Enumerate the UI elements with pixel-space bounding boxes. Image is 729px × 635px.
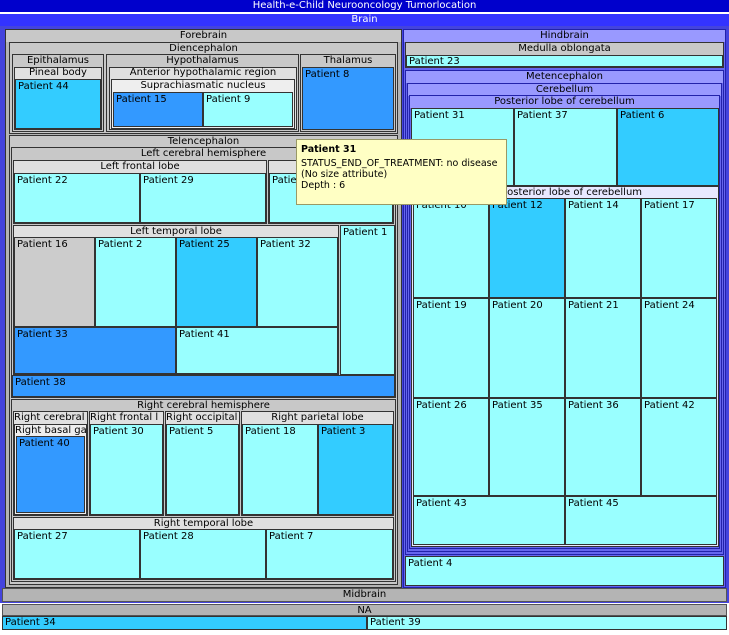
patient-17-cell[interactable]: Patient 17: [641, 198, 717, 298]
pineal-body-label: Pineal body: [29, 67, 87, 78]
anterior-hypothalamic-region-label: Anterior hypothalamic region: [129, 67, 277, 78]
app-title: Health-e-Child Neurooncology Tumorlocati…: [0, 0, 729, 12]
patient-25-cell[interactable]: Patient 25: [176, 237, 257, 327]
patient-22-cell[interactable]: Patient 22: [14, 173, 140, 223]
patient-24-cell[interactable]: Patient 24: [641, 298, 717, 398]
suprachiasmatic-nucleus-label: Suprachiasmatic nucleus: [140, 80, 266, 91]
patient-32-cell[interactable]: Patient 32: [257, 237, 338, 327]
patient-15-cell[interactable]: Patient 15: [113, 92, 203, 127]
patient-28-cell[interactable]: Patient 28: [140, 529, 266, 579]
patient-27-cell[interactable]: Patient 27: [14, 529, 140, 579]
patient-5-cell[interactable]: Patient 5: [166, 424, 239, 515]
patient-41-cell[interactable]: Patient 41: [176, 327, 338, 374]
patient-30-cell[interactable]: Patient 30: [90, 424, 163, 515]
patient-26-cell[interactable]: Patient 26: [413, 398, 489, 496]
patient-14-cell[interactable]: Patient 14: [565, 198, 641, 298]
right-cerebral-label: Right cerebral: [14, 412, 85, 423]
na-label[interactable]: NA: [2, 604, 727, 616]
patient-18-cell[interactable]: Patient 18: [242, 424, 318, 515]
metencephalon-label: Metencephalon: [406, 71, 723, 83]
patient-45-cell[interactable]: Patient 45: [565, 496, 717, 545]
patient-tooltip: Patient 31 STATUS_END_OF_TREATMENT: no d…: [296, 139, 507, 205]
tooltip-title: Patient 31: [301, 144, 357, 155]
patient-39-cell[interactable]: Patient 39: [367, 616, 727, 630]
patient-8-cell[interactable]: Patient 8: [302, 67, 394, 130]
patient-42-cell[interactable]: Patient 42: [641, 398, 717, 496]
patient-36-cell[interactable]: Patient 36: [565, 398, 641, 496]
right-parietal-lobe-label: Right parietal lobe: [271, 412, 364, 423]
patient-4-cell[interactable]: Patient 4: [405, 556, 724, 586]
tooltip-status-line: STATUS_END_OF_TREATMENT: no disease: [301, 158, 498, 169]
patient-38-cell[interactable]: Patient 38: [12, 375, 395, 397]
posterior-lobe-label: Posterior lobe of cerebellum: [410, 96, 719, 108]
patient-3-cell[interactable]: Patient 3: [318, 424, 393, 515]
tooltip-depth-line: Depth : 6: [301, 180, 346, 191]
right-frontal-lobe-label: Right frontal l: [90, 412, 159, 423]
patient-2-cell[interactable]: Patient 2: [95, 237, 176, 327]
patient-1-cell[interactable]: Patient 1: [340, 225, 395, 375]
right-occipital-lobe-label: Right occipital: [166, 412, 238, 423]
patient-37-cell[interactable]: Patient 37: [514, 108, 617, 186]
patient-16-cell[interactable]: Patient 16: [14, 237, 95, 327]
left-frontal-lobe-label: Left frontal lobe: [100, 161, 180, 172]
patient-19-cell[interactable]: Patient 19: [413, 298, 489, 398]
medulla-oblongata-label: Medulla oblongata: [406, 43, 723, 55]
patient-40-cell[interactable]: Patient 40: [16, 436, 85, 513]
thalamus-label: Thalamus: [323, 55, 373, 66]
patient-10-second-cell[interactable]: Patient 10: [413, 198, 489, 298]
patient-29-cell[interactable]: Patient 29: [140, 173, 266, 223]
patient-33-cell[interactable]: Patient 33: [14, 327, 176, 374]
patient-12-cell[interactable]: Patient 12: [489, 198, 565, 298]
patient-6-cell[interactable]: Patient 6: [617, 108, 719, 186]
patient-9-cell[interactable]: Patient 9: [203, 92, 293, 127]
patient-34-cell[interactable]: Patient 34: [2, 616, 367, 630]
midbrain-node[interactable]: Midbrain: [2, 588, 727, 602]
tooltip-size-line: (No size attribute): [301, 169, 388, 180]
forebrain-label: Forebrain: [6, 30, 401, 42]
patient-20-cell[interactable]: Patient 20: [489, 298, 565, 398]
patient-23-cell[interactable]: Patient 23: [406, 55, 723, 67]
patient-43-cell[interactable]: Patient 43: [413, 496, 565, 545]
patient-7-cell[interactable]: Patient 7: [266, 529, 393, 579]
root-node-label[interactable]: Brain: [0, 14, 729, 26]
patient-35-cell[interactable]: Patient 35: [489, 398, 565, 496]
hypothalamus-label: Hypothalamus: [166, 55, 239, 66]
epithalamus-label: Epithalamus: [26, 55, 90, 66]
hindbrain-label: Hindbrain: [404, 30, 725, 42]
patient-44-cell[interactable]: Patient 44: [15, 79, 101, 129]
patient-21-cell[interactable]: Patient 21: [565, 298, 641, 398]
